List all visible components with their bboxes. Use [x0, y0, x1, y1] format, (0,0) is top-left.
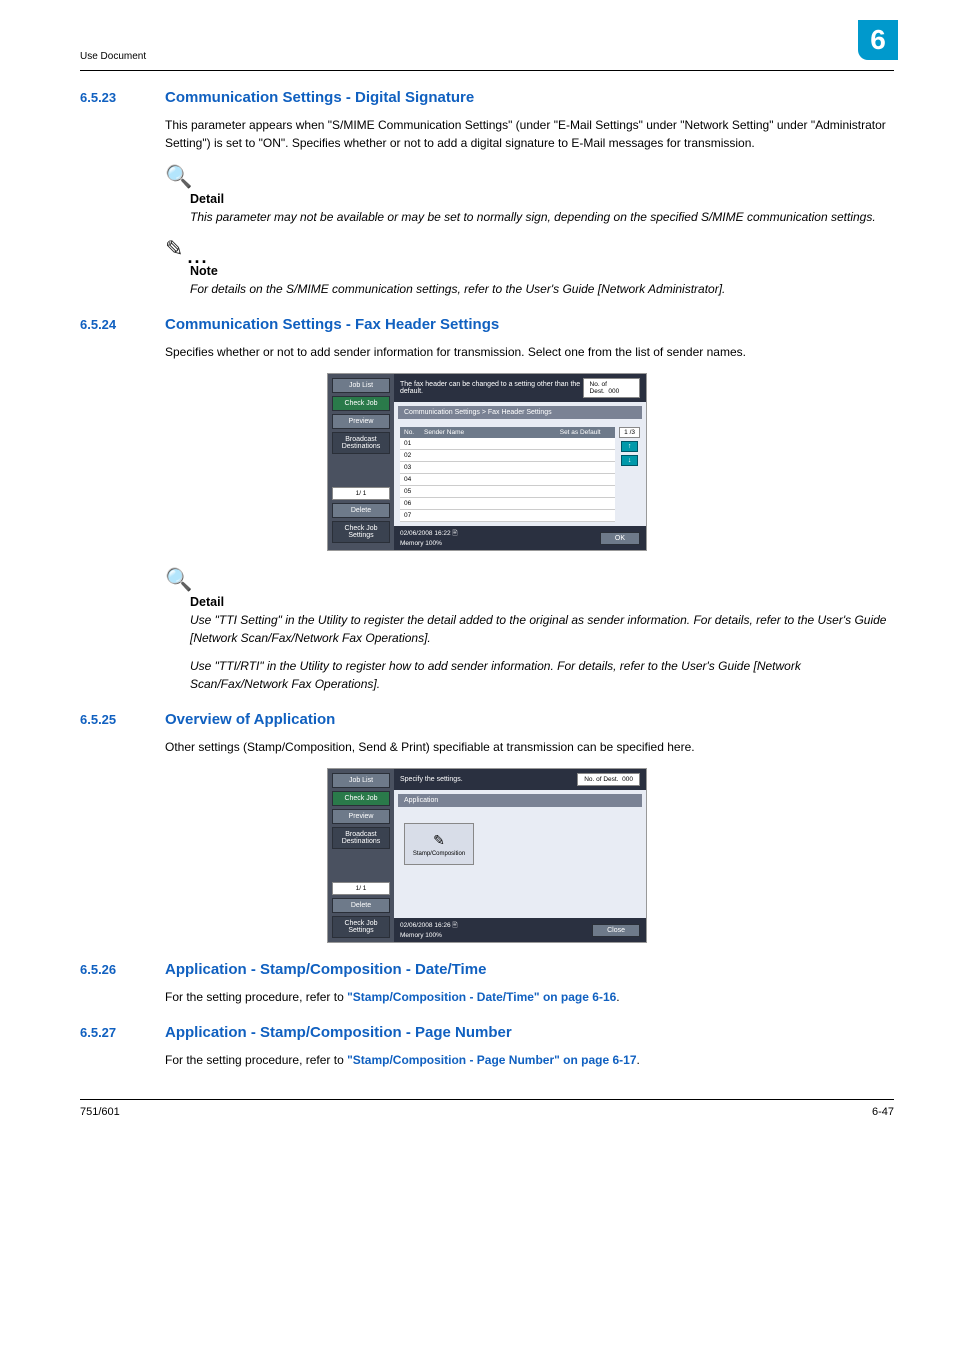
panel-hint: The fax header can be changed to a setti… [400, 381, 583, 395]
table-row[interactable]: 04 [400, 474, 615, 486]
section-number: 6.5.25 [80, 712, 165, 727]
section-body: For the setting procedure, refer to "Sta… [165, 988, 894, 1006]
cross-reference-link[interactable]: "Stamp/Composition - Page Number" on pag… [347, 1053, 636, 1067]
section-title: Application - Stamp/Composition - Date/T… [165, 961, 486, 978]
broadcast-dest-button[interactable]: Broadcast Destinations [332, 432, 390, 454]
chapter-badge: 6 [858, 20, 898, 60]
preview-button[interactable]: Preview [332, 809, 390, 824]
table-row[interactable]: 01 [400, 438, 615, 450]
table-row[interactable]: 07 [400, 510, 615, 522]
section-title: Communication Settings - Fax Header Sett… [165, 316, 499, 333]
section-body: For the setting procedure, refer to "Sta… [165, 1051, 894, 1069]
delete-button[interactable]: Delete [332, 898, 390, 913]
section-number: 6.5.27 [80, 1025, 165, 1040]
job-list-button[interactable]: Job List [332, 378, 390, 393]
preview-button[interactable]: Preview [332, 414, 390, 429]
dots-icon: ... [187, 252, 208, 262]
check-job-button[interactable]: Check Job [332, 396, 390, 411]
table-header: No. Sender Name Set as Default [400, 427, 615, 438]
table-row[interactable]: 03 [400, 462, 615, 474]
dest-counter: No. of Dest. 000 [583, 378, 640, 398]
ok-button[interactable]: OK [600, 532, 640, 545]
check-job-settings-button[interactable]: Check Job Settings [332, 916, 390, 938]
breadcrumb: Use Document [80, 51, 146, 66]
page-up-button[interactable]: ↑ [621, 441, 639, 452]
broadcast-dest-button[interactable]: Broadcast Destinations [332, 827, 390, 849]
left-pager: 1/ 1 [332, 487, 390, 500]
tile-label: Stamp/Composition [413, 851, 465, 857]
section-body: Specifies whether or not to add sender i… [165, 343, 894, 361]
pager-indicator: 1 /3 [619, 427, 640, 438]
detail-label: Detail [190, 192, 894, 206]
table-row[interactable]: 02 [400, 450, 615, 462]
close-button[interactable]: Close [592, 924, 640, 937]
panel-timestamp: 02/06/2008 16:22 🖹Memory 100% [400, 529, 458, 547]
magnifier-icon: 🔍 [165, 567, 192, 592]
job-list-button[interactable]: Job List [332, 773, 390, 788]
detail-label: Detail [190, 595, 894, 609]
panel-breadcrumb: Communication Settings > Fax Header Sett… [398, 406, 642, 419]
fax-header-panel: Job List Check Job Preview Broadcast Des… [327, 373, 647, 551]
section-title: Communication Settings - Digital Signatu… [165, 89, 474, 106]
check-job-button[interactable]: Check Job [332, 791, 390, 806]
footer-right: 6-47 [872, 1106, 894, 1118]
detail-body: Use "TTI Setting" in the Utility to regi… [190, 611, 894, 647]
section-number: 6.5.23 [80, 90, 165, 105]
page-down-button[interactable]: ↓ [621, 455, 639, 466]
stamp-icon: ✎ [433, 832, 445, 849]
stamp-composition-tile[interactable]: ✎ Stamp/Composition [404, 823, 474, 865]
section-body: Other settings (Stamp/Composition, Send … [165, 738, 894, 756]
panel-timestamp: 02/06/2008 16:26 🖹Memory 100% [400, 921, 458, 939]
detail-body: This parameter may not be available or m… [190, 208, 894, 226]
section-number: 6.5.26 [80, 962, 165, 977]
note-body: For details on the S/MIME communication … [190, 280, 894, 298]
table-row[interactable]: 05 [400, 486, 615, 498]
section-title: Overview of Application [165, 711, 335, 728]
footer-left: 751/601 [80, 1106, 120, 1118]
panel-hint: Specify the settings. [400, 776, 463, 783]
check-job-settings-button[interactable]: Check Job Settings [332, 521, 390, 543]
pencil-icon: ✎ [165, 236, 183, 262]
delete-button[interactable]: Delete [332, 503, 390, 518]
table-row[interactable]: 06 [400, 498, 615, 510]
application-panel: Job List Check Job Preview Broadcast Des… [327, 768, 647, 943]
detail-body: Use "TTI/RTI" in the Utility to register… [190, 657, 894, 693]
panel-breadcrumb: Application [398, 794, 642, 807]
section-number: 6.5.24 [80, 317, 165, 332]
section-title: Application - Stamp/Composition - Page N… [165, 1024, 512, 1041]
note-label: Note [190, 264, 894, 278]
magnifier-icon: 🔍 [165, 164, 192, 189]
left-pager: 1/ 1 [332, 882, 390, 895]
cross-reference-link[interactable]: "Stamp/Composition - Date/Time" on page … [347, 990, 616, 1004]
section-body: This parameter appears when "S/MIME Comm… [165, 116, 894, 152]
dest-counter: No. of Dest. 000 [577, 773, 640, 786]
